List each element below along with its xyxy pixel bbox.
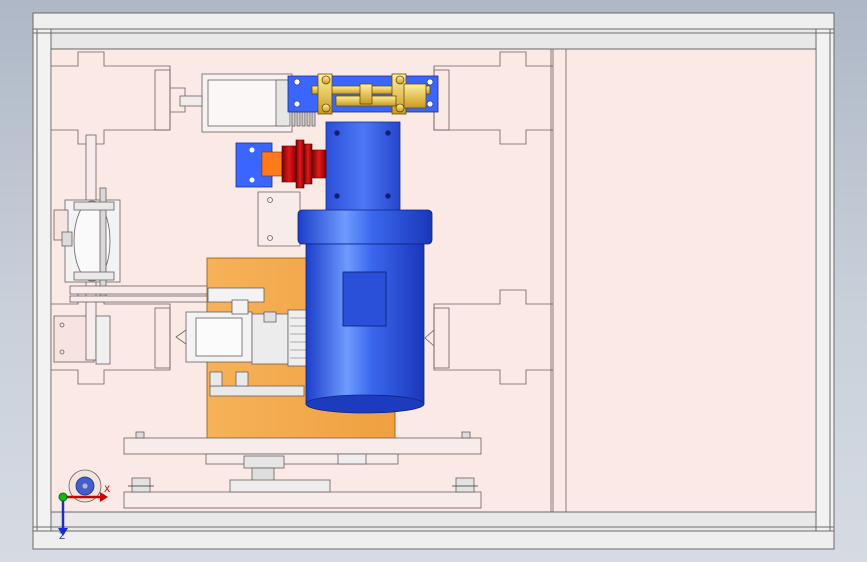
gearbox-head (325, 121, 401, 213)
triad-z-label: Z (59, 532, 66, 542)
drive-motor (297, 209, 433, 414)
cad-viewport[interactable]: X Z (0, 0, 867, 562)
assembly-drawing (32, 12, 835, 550)
mount-plate (257, 191, 301, 247)
triad-x-label: X (104, 485, 111, 495)
